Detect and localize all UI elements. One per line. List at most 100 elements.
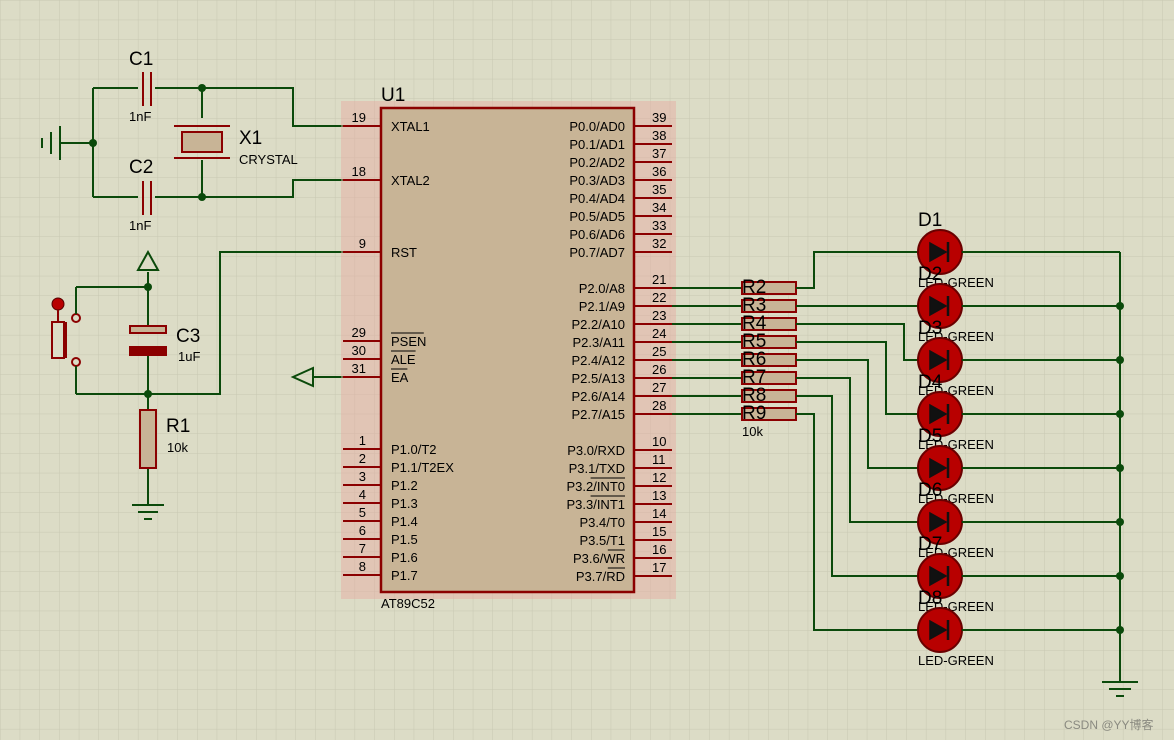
mcu-ref: U1 <box>381 85 405 106</box>
pin-number: 10 <box>652 434 666 449</box>
pin-name: PSEN <box>391 334 426 349</box>
pin-name: P0.2/AD2 <box>569 155 625 170</box>
pin-name: P1.7 <box>391 568 418 583</box>
pin-number: 21 <box>652 272 666 287</box>
c2-ref: C2 <box>129 157 153 178</box>
pin-number: 23 <box>652 308 666 323</box>
mcu-part: AT89C52 <box>381 596 435 611</box>
pin-number: 33 <box>652 218 666 233</box>
resistor-bank-value: 10k <box>742 424 763 439</box>
led-ref: D7 <box>918 534 942 555</box>
pin-number: 27 <box>652 380 666 395</box>
pin-number: 15 <box>652 524 666 539</box>
c1-value: 1nF <box>129 109 151 124</box>
resistor-ref: R9 <box>742 403 766 424</box>
pin-name: P0.5/AD5 <box>569 209 625 224</box>
pin-name: P1.2 <box>391 478 418 493</box>
pin-name: P3.7/RD <box>576 569 625 584</box>
pin-name: P0.7/AD7 <box>569 245 625 260</box>
c3-ref: C3 <box>176 326 200 347</box>
pin-number: 11 <box>652 452 666 467</box>
x1-ref: X1 <box>239 128 262 149</box>
pin-name: P3.4/T0 <box>579 515 625 530</box>
pin-name: P3.3/INT1 <box>566 497 625 512</box>
pin-number: 24 <box>652 326 666 341</box>
pin-name: P3.0/RXD <box>567 443 625 458</box>
c3-value: 1uF <box>178 349 200 364</box>
pin-name: P1.0/T2 <box>391 442 437 457</box>
pin-number: 8 <box>359 559 366 574</box>
pin-name: P2.1/A9 <box>579 299 625 314</box>
pin-number: 26 <box>652 362 666 377</box>
led-ref: D5 <box>918 426 942 447</box>
pin-name: EA <box>391 370 409 385</box>
pin-name: P1.3 <box>391 496 418 511</box>
pin-number: 37 <box>652 146 666 161</box>
pin-name: P2.5/A13 <box>572 371 626 386</box>
pin-name: P3.2/INT0 <box>566 479 625 494</box>
pin-number: 25 <box>652 344 666 359</box>
led-ref: D2 <box>918 264 942 285</box>
pin-number: 34 <box>652 200 666 215</box>
watermark: CSDN @YY博客 <box>1064 717 1154 732</box>
pin-name: P0.3/AD3 <box>569 173 625 188</box>
pin-number: 9 <box>359 236 366 251</box>
pin-name: P1.1/T2EX <box>391 460 454 475</box>
pin-number: 39 <box>652 110 666 125</box>
led-ref: D4 <box>918 372 943 393</box>
pin-name: P2.6/A14 <box>572 389 626 404</box>
pin-number: 2 <box>359 451 366 466</box>
pin-number: 7 <box>359 541 366 556</box>
r1-ref: R1 <box>166 416 190 437</box>
pin-name: P1.6 <box>391 550 418 565</box>
x1-value: CRYSTAL <box>239 152 298 167</box>
pin-name: P2.7/A15 <box>572 407 626 422</box>
led-ref: D3 <box>918 318 942 339</box>
pin-name: P3.1/TXD <box>569 461 625 476</box>
led-value: LED-GREEN <box>918 653 994 668</box>
pin-number: 4 <box>359 487 366 502</box>
led-ref: D6 <box>918 480 942 501</box>
pin-name: P1.5 <box>391 532 418 547</box>
c1-ref: C1 <box>129 49 153 70</box>
mcu-u1[interactable]: U1 AT89C52 19XTAL118XTAL29RST29PSEN30ALE… <box>341 85 676 611</box>
pin-name: P2.3/A11 <box>572 335 625 350</box>
pin-number: 30 <box>352 343 366 358</box>
pin-number: 3 <box>359 469 366 484</box>
pin-number: 28 <box>652 398 666 413</box>
pin-number: 18 <box>352 164 366 179</box>
pin-name: P2.0/A8 <box>579 281 625 296</box>
pin-number: 36 <box>652 164 666 179</box>
pin-number: 31 <box>352 361 366 376</box>
pin-number: 32 <box>652 236 666 251</box>
pin-number: 16 <box>652 542 666 557</box>
pin-number: 14 <box>652 506 666 521</box>
pin-name: P0.6/AD6 <box>569 227 625 242</box>
pin-number: 38 <box>652 128 666 143</box>
led-ref: D8 <box>918 588 942 609</box>
pin-number: 17 <box>652 560 666 575</box>
led-ref: D1 <box>918 210 942 231</box>
pin-name: P3.5/T1 <box>579 533 625 548</box>
schematic-canvas: C1 1nF C2 1nF X1 CRYSTAL C3 1uF R1 10k U… <box>0 0 1174 740</box>
pin-name: ALE <box>391 352 416 367</box>
pin-number: 6 <box>359 523 366 538</box>
pin-name: XTAL2 <box>391 173 430 188</box>
pin-number: 35 <box>652 182 666 197</box>
pin-name: P0.1/AD1 <box>569 137 625 152</box>
pin-number: 12 <box>652 470 666 485</box>
pin-number: 29 <box>352 325 366 340</box>
pin-name: RST <box>391 245 417 260</box>
pin-name: XTAL1 <box>391 119 430 134</box>
c2-value: 1nF <box>129 218 151 233</box>
pin-name: P0.4/AD4 <box>569 191 625 206</box>
pin-name: P2.4/A12 <box>572 353 626 368</box>
pin-name: P3.6/WR <box>573 551 625 566</box>
r1-value: 10k <box>167 440 188 455</box>
pin-name: P2.2/A10 <box>572 317 626 332</box>
pin-name: P1.4 <box>391 514 418 529</box>
pin-number: 5 <box>359 505 366 520</box>
pin-number: 19 <box>352 110 366 125</box>
pin-number: 1 <box>359 433 366 448</box>
pin-name: P0.0/AD0 <box>569 119 625 134</box>
